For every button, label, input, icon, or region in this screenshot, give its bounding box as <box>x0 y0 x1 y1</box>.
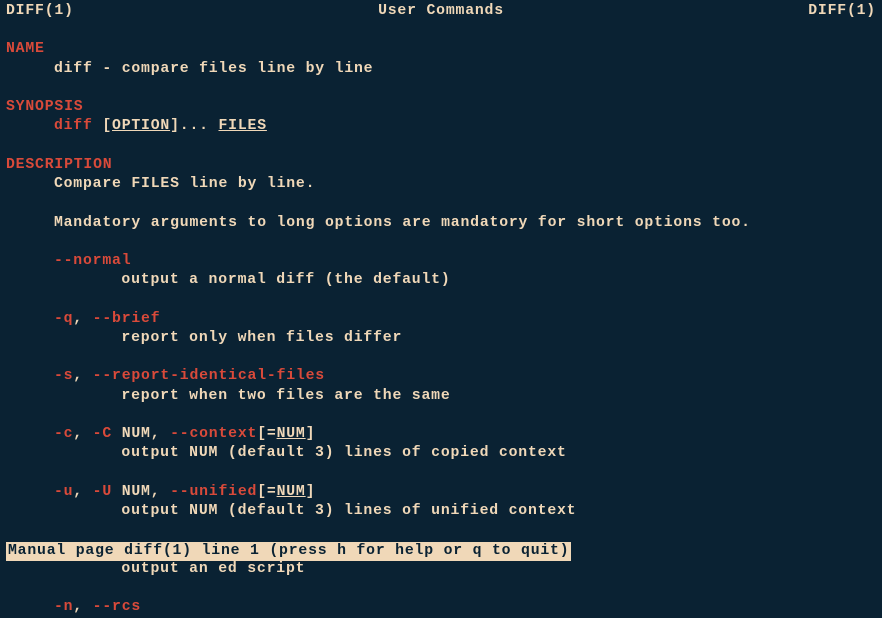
option-context-sep1: , <box>73 426 92 442</box>
synopsis-rbr: ]... <box>170 118 218 134</box>
description-line1: Compare FILES line by line. <box>6 175 876 194</box>
option-rcs-long: --rcs <box>93 599 141 615</box>
option-unified-desc: output NUM (default 3) lines of unified … <box>6 502 876 521</box>
option-unified-short: -u <box>54 484 73 500</box>
option-normal-flag: --normal <box>54 253 131 269</box>
section-name-text: diff - compare files line by line <box>6 60 876 79</box>
option-context-desc: output NUM (default 3) lines of copied c… <box>6 444 876 463</box>
option-brief-desc: report only when files differ <box>6 329 876 348</box>
option-report-identical-short: -s <box>54 368 73 384</box>
section-description-heading: DESCRIPTION <box>6 156 876 175</box>
option-context-num1: NUM, <box>112 426 170 442</box>
header-right: DIFF(1) <box>808 2 876 21</box>
blank-line <box>6 291 876 310</box>
option-brief-short: -q <box>54 311 73 327</box>
option-normal-desc: output a normal diff (the default) <box>6 271 876 290</box>
option-context: -c, -C NUM, --context[=NUM] <box>6 425 876 444</box>
option-context-shortc: -C <box>93 426 112 442</box>
option-unified-sep1: , <box>73 484 92 500</box>
option-report-identical-long: --report-identical-files <box>93 368 325 384</box>
option-rcs-sep: , <box>73 599 92 615</box>
synopsis-lbr: [ <box>93 118 112 134</box>
option-brief-sep: , <box>73 311 92 327</box>
option-brief: -q, --brief <box>6 310 876 329</box>
blank-line <box>6 406 876 425</box>
option-unified-num1: NUM, <box>112 484 170 500</box>
pager-status-bar[interactable]: Manual page diff(1) line 1 (press h for … <box>6 542 571 561</box>
option-report-identical-desc: report when two files are the same <box>6 387 876 406</box>
option-context-long: --context <box>170 426 257 442</box>
option-context-rbr: ] <box>306 426 316 442</box>
option-unified-num2: NUM <box>277 484 306 500</box>
blank-line <box>6 137 876 156</box>
option-context-lbr: [= <box>257 426 276 442</box>
option-unified-lbr: [= <box>257 484 276 500</box>
section-name-heading: NAME <box>6 40 876 59</box>
option-report-identical-sep: , <box>73 368 92 384</box>
option-unified-rbr: ] <box>306 484 316 500</box>
option-normal: --normal <box>6 252 876 271</box>
synopsis-option: OPTION <box>112 118 170 134</box>
man-header: DIFF(1) User Commands DIFF(1) <box>6 2 876 21</box>
blank-line <box>6 521 876 540</box>
blank-line <box>6 194 876 213</box>
option-brief-long: --brief <box>93 311 161 327</box>
blank-line <box>6 464 876 483</box>
synopsis-files: FILES <box>219 118 267 134</box>
synopsis-cmd: diff <box>54 118 93 134</box>
blank-line <box>6 79 876 98</box>
option-unified-shortu: -U <box>93 484 112 500</box>
option-context-short: -c <box>54 426 73 442</box>
section-synopsis-heading: SYNOPSIS <box>6 98 876 117</box>
blank-line <box>6 579 876 598</box>
header-left: DIFF(1) <box>6 2 74 21</box>
option-rcs-short: -n <box>54 599 73 615</box>
option-rcs: -n, --rcs <box>6 598 876 617</box>
description-line2: Mandatory arguments to long options are … <box>6 214 876 233</box>
option-unified: -u, -U NUM, --unified[=NUM] <box>6 483 876 502</box>
blank-line <box>6 233 876 252</box>
blank-line <box>6 348 876 367</box>
option-unified-long: --unified <box>170 484 257 500</box>
option-report-identical: -s, --report-identical-files <box>6 367 876 386</box>
option-context-num2: NUM <box>277 426 306 442</box>
header-center: User Commands <box>378 2 504 21</box>
section-synopsis-line: diff [OPTION]... FILES <box>6 117 876 136</box>
